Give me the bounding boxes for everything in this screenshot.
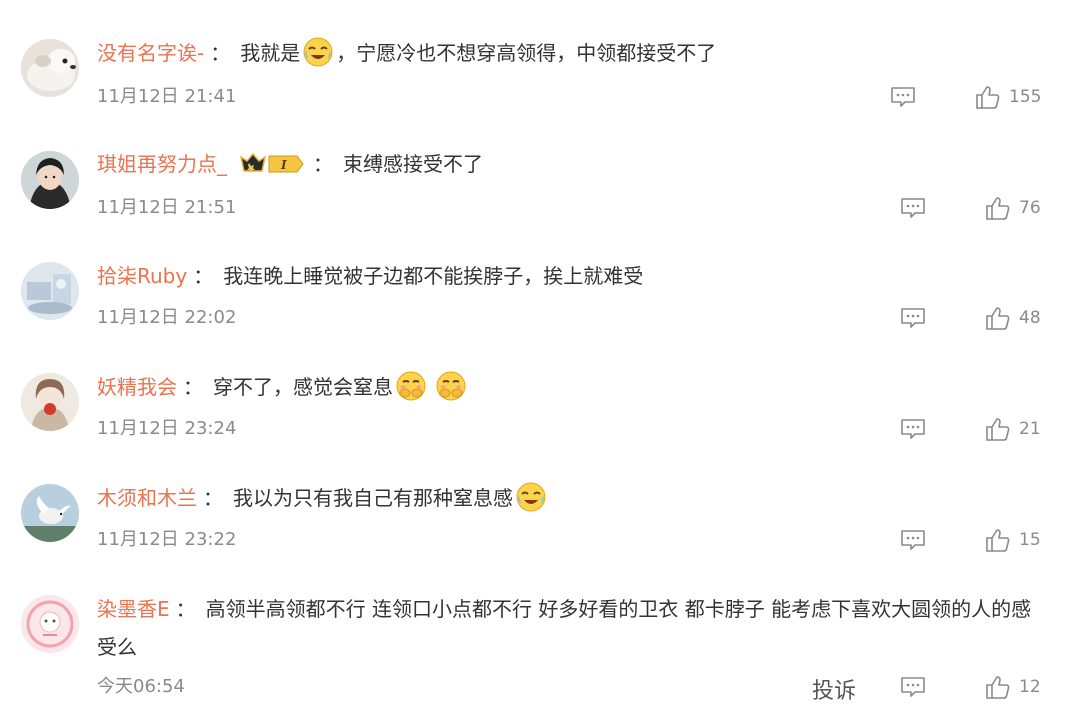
- report-button[interactable]: 投诉: [812, 673, 856, 705]
- avatar[interactable]: [21, 151, 79, 209]
- comment-text-tail: ，宁愿冷也不想穿高领得，中领都接受不了: [336, 41, 717, 65]
- separator: ：: [313, 152, 333, 176]
- comment-username[interactable]: 染墨香E: [97, 597, 170, 621]
- avatar[interactable]: [21, 373, 79, 431]
- crown-badge-icon[interactable]: I: [239, 151, 307, 177]
- comment-time: 今天06:54: [97, 676, 185, 697]
- comment-content: 没有名字诶-： 我就是 ，宁愿冷也不想穿高领得，中领都接受不了: [97, 34, 1050, 72]
- reply-icon[interactable]: [900, 529, 926, 551]
- separator: ：: [183, 375, 203, 399]
- laugh-cry-emoji-icon: [302, 36, 334, 68]
- thumbs-up-icon: [985, 674, 1011, 700]
- comment-time: 11月12日 21:51: [97, 197, 237, 218]
- like-count: 48: [1019, 308, 1041, 328]
- avatar[interactable]: [21, 39, 79, 97]
- covering-mouth-emoji-icon: [395, 370, 427, 402]
- comment-content: 妖精我会： 穿不了，感觉会窒息: [97, 368, 1050, 406]
- avatar[interactable]: [21, 484, 79, 542]
- comment-content: 琪姐再努力点_ I ： 束缚感接受不了: [97, 145, 1050, 183]
- thumbs-up-icon: [985, 195, 1011, 221]
- reply-icon[interactable]: [900, 676, 926, 698]
- covering-mouth-emoji-icon: [435, 370, 467, 402]
- comment-text: 高领半高领都不行 连领口小点都不行 好多好看的卫衣 都卡脖子 能考虑下喜欢大圆领…: [97, 597, 1032, 659]
- like-count: 155: [1009, 87, 1042, 107]
- separator: ：: [193, 264, 214, 288]
- comment-username[interactable]: 妖精我会: [97, 375, 177, 399]
- thumbs-up-icon: [985, 416, 1011, 442]
- separator: ：: [203, 486, 223, 510]
- comment-content: 拾柒Ruby： 我连晚上睡觉被子边都不能挨脖子，挨上就难受: [97, 257, 1050, 295]
- badge-level: I: [280, 158, 287, 172]
- avatar[interactable]: [21, 262, 79, 320]
- laugh-cry-emoji-icon: [515, 481, 547, 513]
- comment-text: 束缚感接受不了: [343, 152, 483, 176]
- comment-time: 11月12日 22:02: [97, 307, 237, 328]
- comment-username[interactable]: 琪姐再努力点_: [97, 152, 227, 176]
- separator: ：: [210, 41, 231, 65]
- reply-icon[interactable]: [900, 418, 926, 440]
- comment-content: 染墨香E：高领半高领都不行 连领口小点都不行 好多好看的卫衣 都卡脖子 能考虑下…: [97, 590, 1050, 666]
- thumbs-up-icon: [975, 84, 1001, 110]
- comment-text: 我就是: [240, 41, 301, 65]
- reply-icon[interactable]: [900, 307, 926, 329]
- comment-text: 我以为只有我自己有那种窒息感: [233, 486, 513, 510]
- comment-list: 没有名字诶-：我就是 ，宁愿冷也不想穿高领得，中领都接受不了 11月12日 21:…: [0, 0, 1080, 710]
- thumbs-up-icon: [985, 527, 1011, 553]
- comment-text: 我连晚上睡觉被子边都不能挨脖子，挨上就难受: [223, 264, 644, 288]
- like-count: 76: [1019, 198, 1041, 218]
- avatar[interactable]: [21, 595, 79, 653]
- reply-icon[interactable]: [890, 86, 916, 108]
- comment-content: 木须和木兰： 我以为只有我自己有那种窒息感: [97, 479, 1050, 517]
- like-count: 12: [1019, 677, 1041, 697]
- thumbs-up-icon: [985, 305, 1011, 331]
- like-count: 21: [1019, 419, 1041, 439]
- comment-text: 穿不了，感觉会窒息: [213, 375, 393, 399]
- comment-time: 11月12日 23:24: [97, 418, 237, 439]
- reply-icon[interactable]: [900, 197, 926, 219]
- comment-time: 11月12日 21:41: [97, 86, 237, 107]
- comment-time: 11月12日 23:22: [97, 529, 237, 550]
- comment-username[interactable]: 没有名字诶-: [97, 41, 204, 65]
- comment-username[interactable]: 木须和木兰: [97, 486, 197, 510]
- comment-username[interactable]: 拾柒Ruby: [97, 264, 187, 288]
- like-count: 15: [1019, 530, 1041, 550]
- separator: ：: [175, 597, 196, 621]
